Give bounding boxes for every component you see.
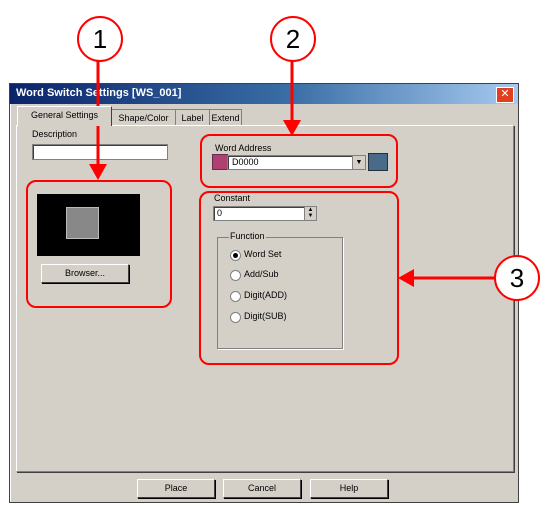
annotation-marker-2: 2 bbox=[270, 16, 316, 62]
annotation-arrows bbox=[89, 60, 496, 287]
tab-general-settings[interactable]: General Settings bbox=[17, 106, 112, 126]
arrow-1-head bbox=[89, 164, 107, 180]
annotation-marker-3: 3 bbox=[494, 255, 540, 301]
annotation-marker-1: 1 bbox=[77, 16, 123, 62]
arrow-2-head bbox=[283, 120, 301, 136]
arrow-3-head bbox=[398, 269, 414, 287]
